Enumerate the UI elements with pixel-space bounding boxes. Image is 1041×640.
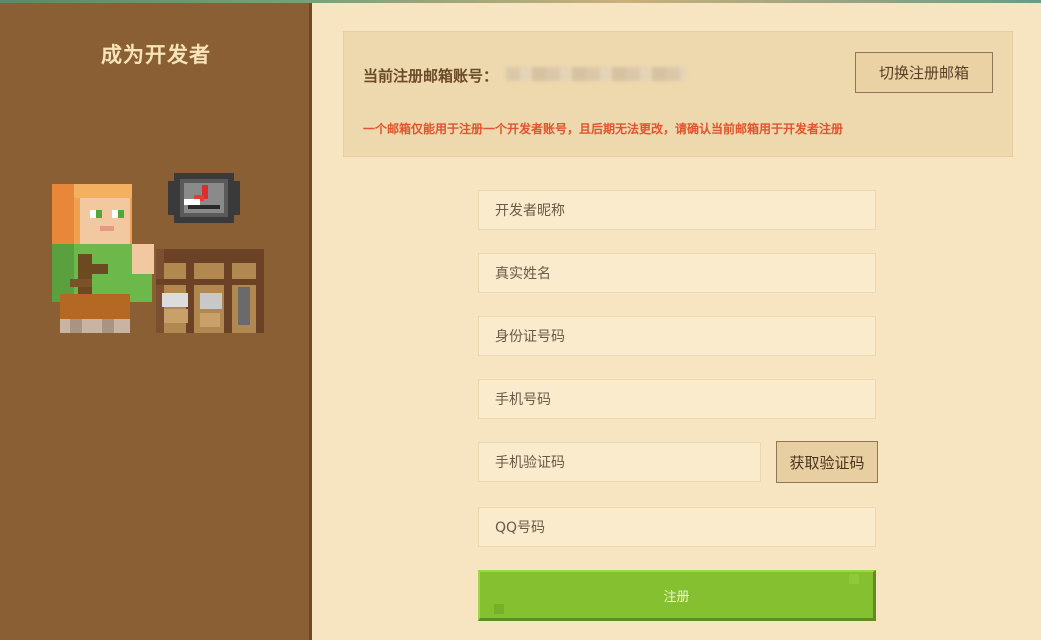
- crafting-table-icon: [156, 249, 264, 333]
- sms-code-input[interactable]: 手机验证码: [478, 442, 761, 482]
- alex-character-icon: [52, 184, 154, 333]
- qq-input[interactable]: QQ号码: [478, 507, 876, 547]
- email-value-redacted: [506, 67, 686, 81]
- get-code-button[interactable]: 获取验证码: [776, 441, 878, 483]
- phone-input[interactable]: 手机号码: [478, 379, 876, 419]
- button-pixel-decoration: [494, 604, 504, 614]
- current-email-label: 当前注册邮箱账号：: [363, 67, 499, 85]
- character-illustration: [52, 173, 264, 333]
- register-button[interactable]: 注册: [478, 570, 876, 621]
- switch-email-button[interactable]: 切换注册邮箱: [855, 52, 993, 93]
- email-warning: 一个邮箱仅能用于注册一个开发者账号，且后期无法更改，请确认当前邮箱用于开发者注册: [363, 122, 844, 136]
- register-button-label: 注册: [663, 589, 690, 605]
- button-pixel-decoration: [849, 574, 859, 584]
- id-number-input[interactable]: 身份证号码: [478, 316, 876, 356]
- page-title: 成为开发者: [101, 43, 211, 67]
- email-info-box: 当前注册邮箱账号： 切换注册邮箱 一个邮箱仅能用于注册一个开发者账号，且后期无法…: [343, 31, 1013, 157]
- nickname-input[interactable]: 开发者昵称: [478, 190, 876, 230]
- registration-form: 当前注册邮箱账号： 切换注册邮箱 一个邮箱仅能用于注册一个开发者账号，且后期无法…: [315, 3, 1041, 640]
- compass-icon: [168, 173, 240, 223]
- sidebar: 成为开发者: [0, 3, 312, 640]
- real-name-input[interactable]: 真实姓名: [478, 253, 876, 293]
